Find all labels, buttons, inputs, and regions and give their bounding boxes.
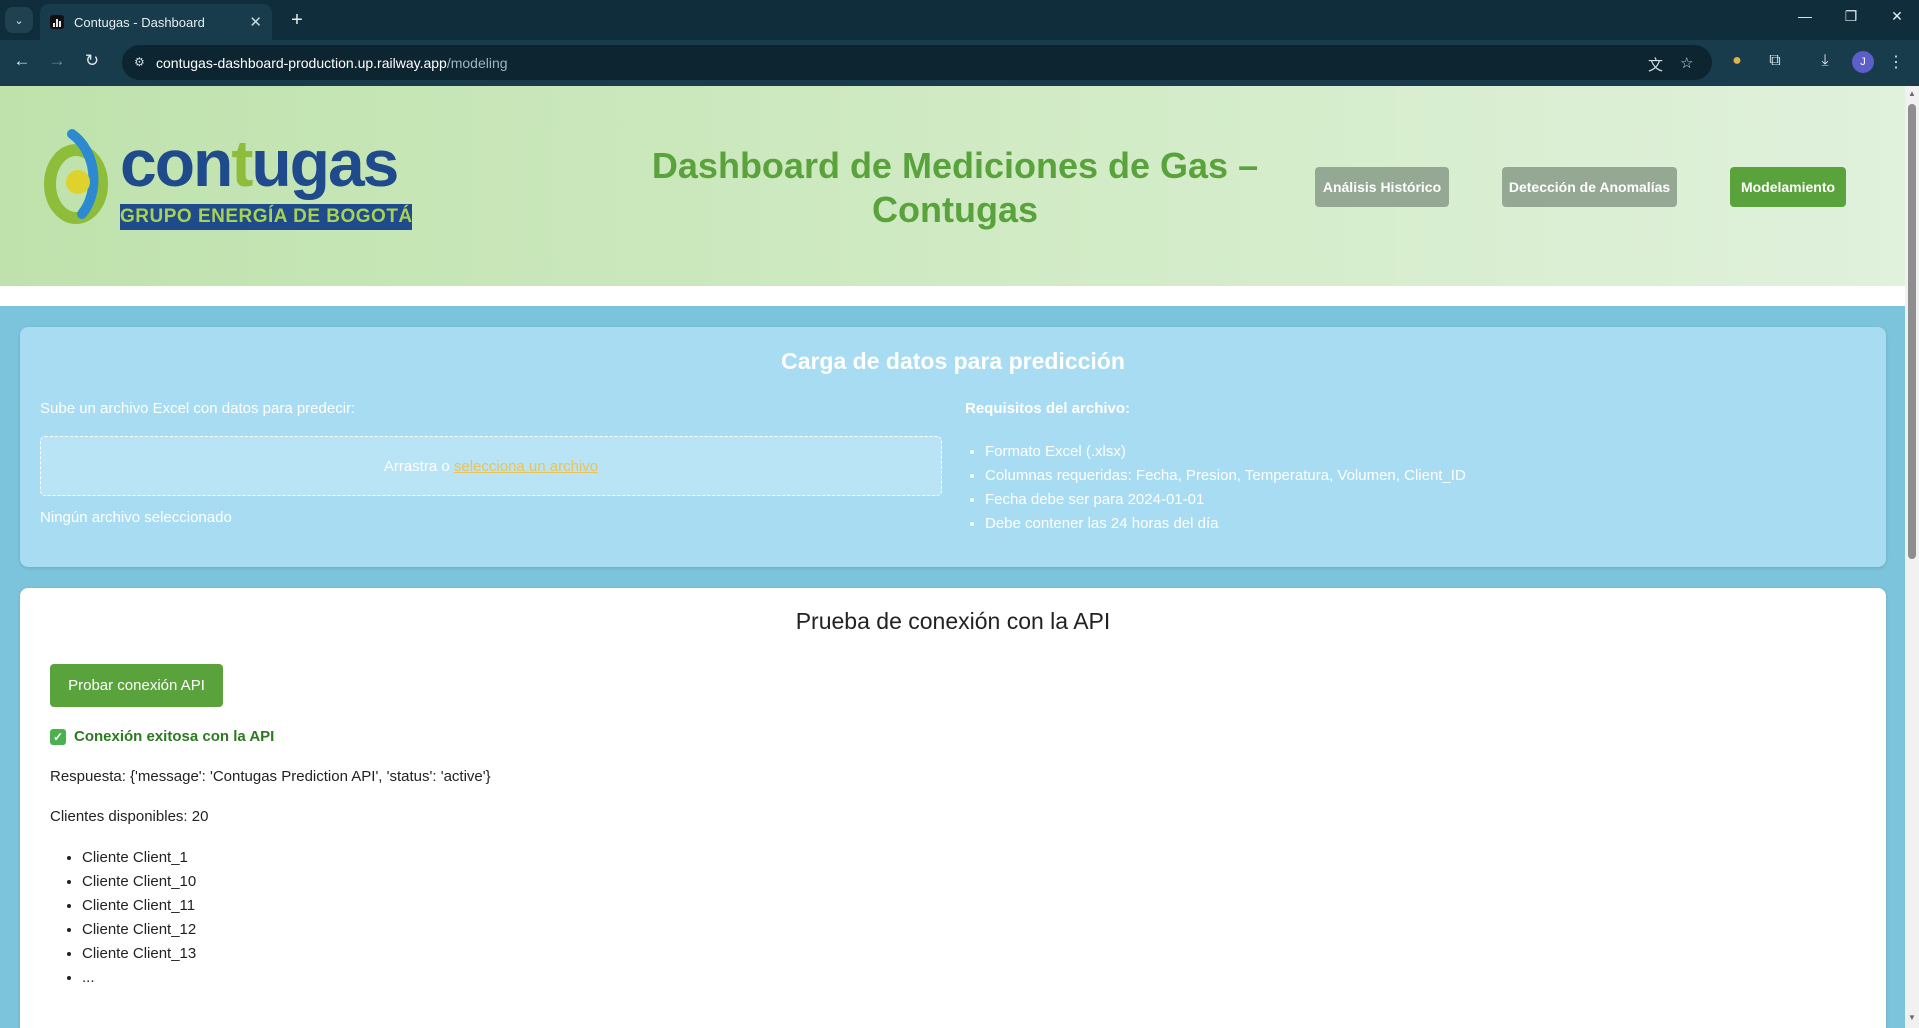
tab-close-icon[interactable]: ✕: [249, 13, 262, 31]
requirement-item: Formato Excel (.xlsx): [985, 440, 1466, 464]
logo-wordmark: contugas: [120, 126, 399, 200]
url-host: contugas-dashboard-production.up.railway…: [156, 55, 447, 71]
bookmark-star-icon[interactable]: ☆: [1680, 54, 1693, 72]
requirement-item: Debe contener las 24 horas del día: [985, 512, 1466, 536]
scroll-up-icon[interactable]: ▲: [1908, 90, 1916, 98]
address-bar[interactable]: ⚙ contugas-dashboard-production.up.railw…: [122, 45, 1712, 80]
forward-arrow-icon[interactable]: →: [45, 51, 69, 71]
nav-modelamiento[interactable]: Modelamiento: [1730, 167, 1846, 207]
requirements-list: Formato Excel (.xlsx) Columnas requerida…: [985, 440, 1466, 536]
menu-kebab-icon[interactable]: ⋮: [1885, 52, 1907, 72]
tab-search-chevron-icon[interactable]: ⌄: [5, 7, 33, 33]
site-info-icon[interactable]: ⚙: [134, 55, 150, 69]
list-item: ...: [82, 966, 196, 990]
api-status: ✓ Conexión exitosa con la API: [50, 728, 274, 745]
list-item: Cliente Client_1: [82, 846, 196, 870]
profile-avatar[interactable]: J: [1852, 51, 1874, 73]
api-status-text: Conexión exitosa con la API: [74, 728, 275, 745]
nav-deteccion-anomalias[interactable]: Detección de Anomalías: [1502, 167, 1677, 207]
upload-label: Sube un archivo Excel con datos para pre…: [40, 400, 356, 417]
upload-title: Carga de datos para predicción: [781, 348, 1125, 374]
requirement-item: Fecha debe ser para 2024-01-01: [985, 488, 1466, 512]
api-title: Prueba de conexión con la API: [795, 608, 1111, 634]
flame-logo-icon: [44, 129, 108, 224]
extension-icon[interactable]: ●: [1726, 52, 1748, 70]
back-arrow-icon[interactable]: ←: [10, 51, 34, 71]
contugas-logo: contugas GRUPO ENERGÍA DE BOGOTÁ: [42, 122, 412, 242]
tab-favicon-icon: [50, 15, 64, 29]
page-scrollbar[interactable]: ▲ ▼: [1905, 86, 1919, 1028]
test-api-button[interactable]: Probar conexión API: [50, 664, 223, 707]
close-window-icon[interactable]: ✕: [1883, 8, 1911, 25]
check-mark-icon: ✓: [50, 728, 66, 745]
select-file-link[interactable]: selecciona un archivo: [454, 458, 598, 475]
browser-tab-bar: ⌄ Contugas - Dashboard ✕ + — ❐ ✕: [0, 0, 1919, 40]
logo-subtitle: GRUPO ENERGÍA DE BOGOTÁ: [120, 204, 412, 230]
scroll-down-icon[interactable]: ▼: [1908, 1014, 1916, 1022]
browser-toolbar: ← → ↻ ⚙ contugas-dashboard-production.up…: [0, 40, 1919, 86]
reload-icon[interactable]: ↻: [80, 51, 104, 71]
requirement-item: Columnas requeridas: Fecha, Presion, Tem…: [985, 464, 1466, 488]
nav-analisis-historico[interactable]: Análisis Histórico: [1315, 167, 1449, 207]
requirements-title: Requisitos del archivo:: [965, 400, 1131, 417]
minimize-icon[interactable]: —: [1791, 8, 1819, 24]
header-divider: [0, 286, 1905, 306]
dropzone-text: Arrastra o: [383, 457, 450, 475]
restore-window-icon[interactable]: ❐: [1837, 8, 1865, 25]
file-dropzone[interactable]: Arrastra o selecciona un archivo: [40, 436, 942, 496]
list-item: Cliente Client_11: [82, 894, 196, 918]
api-test-card: Prueba de conexión con la API Probar con…: [20, 588, 1886, 1028]
client-list: Cliente Client_1 Cliente Client_10 Clien…: [82, 846, 196, 990]
download-icon[interactable]: ⤓: [1814, 52, 1836, 70]
url-text[interactable]: contugas-dashboard-production.up.railway…: [156, 55, 508, 71]
page-title: Dashboard de Mediciones de Gas – Contuga…: [651, 145, 1259, 230]
tab-title: Contugas - Dashboard: [74, 14, 205, 30]
translate-icon[interactable]: 文: [1648, 54, 1663, 75]
list-item: Cliente Client_13: [82, 942, 196, 966]
page-header: contugas GRUPO ENERGÍA DE BOGOTÁ Dashboa…: [0, 86, 1905, 286]
list-item: Cliente Client_10: [82, 870, 196, 894]
extensions-puzzle-icon[interactable]: ⧉: [1764, 52, 1786, 70]
browser-tab[interactable]: Contugas - Dashboard ✕: [40, 4, 272, 40]
url-path: /modeling: [446, 55, 508, 71]
clients-count: Clientes disponibles: 20: [50, 808, 209, 825]
page-viewport: contugas GRUPO ENERGÍA DE BOGOTÁ Dashboa…: [0, 86, 1905, 1028]
scroll-thumb[interactable]: [1908, 104, 1916, 559]
no-file-status: Ningún archivo seleccionado: [40, 509, 232, 526]
upload-card: Carga de datos para predicción Sube un a…: [20, 327, 1886, 567]
api-response: Respuesta: {'message': 'Contugas Predict…: [50, 768, 491, 785]
new-tab-plus-icon[interactable]: +: [284, 7, 310, 33]
list-item: Cliente Client_12: [82, 918, 196, 942]
